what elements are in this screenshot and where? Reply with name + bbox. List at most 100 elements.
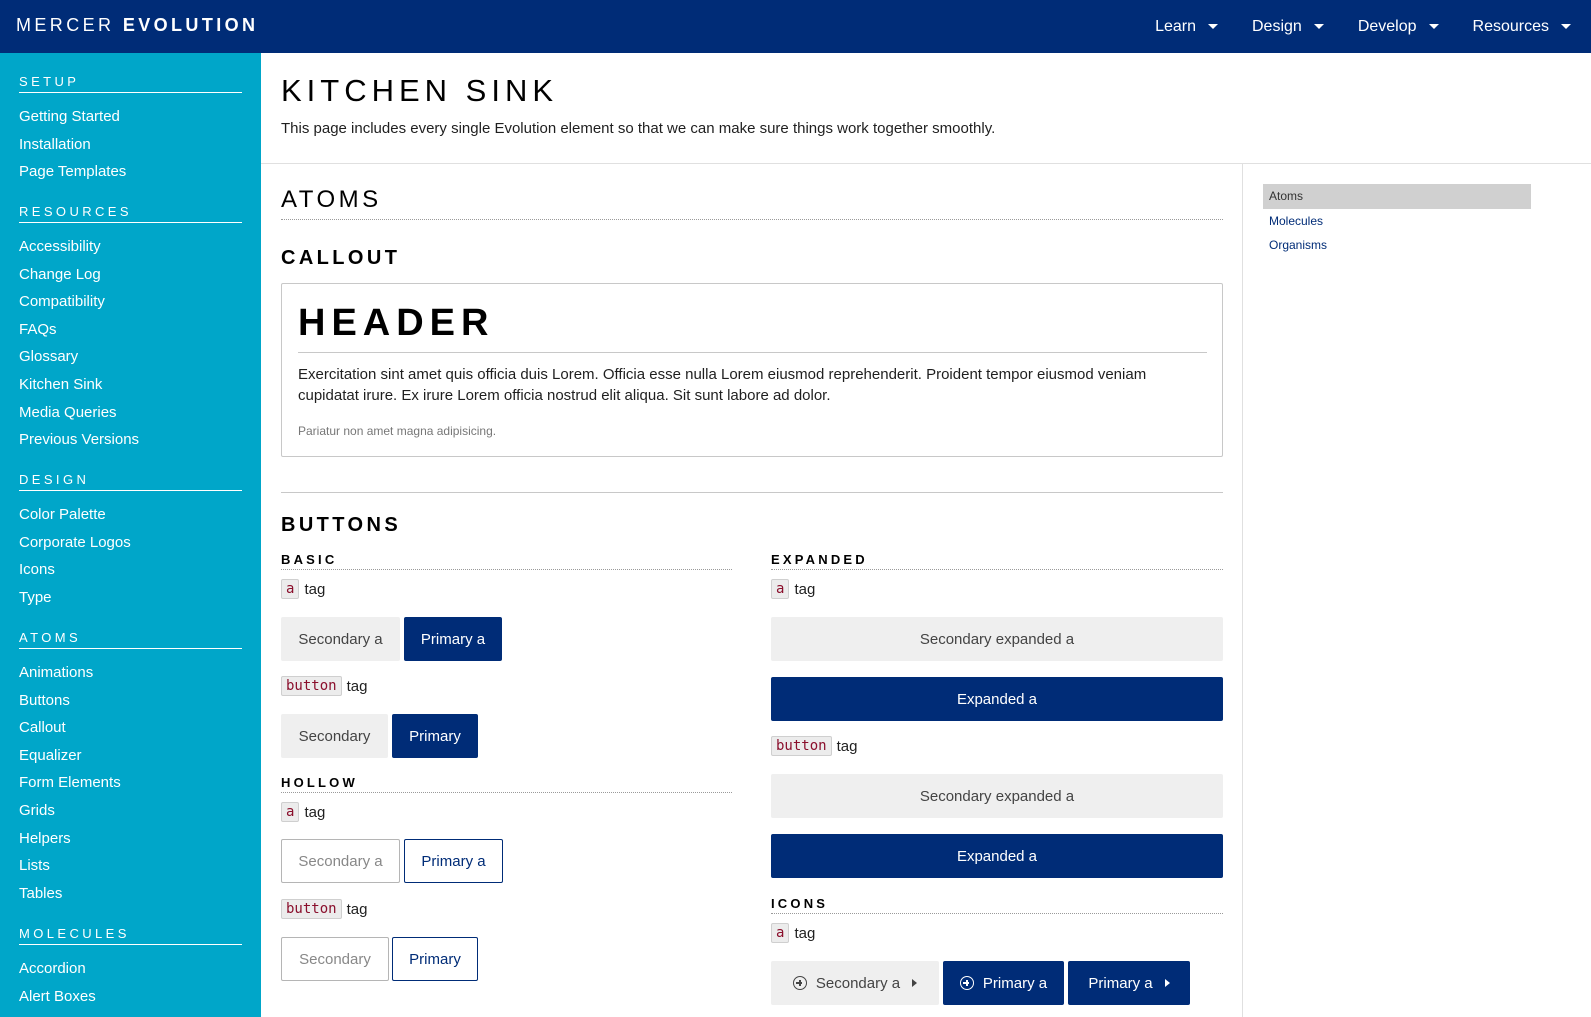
- caret-right-icon: [1164, 979, 1170, 987]
- sidebar-item-alert-boxes[interactable]: Alert Boxes: [19, 983, 242, 1011]
- tag-label-button: button tag: [281, 899, 367, 919]
- tag-word: tag: [346, 900, 368, 918]
- plus-circle-icon: [792, 976, 807, 990]
- sidebar-heading: ATOMS: [19, 630, 242, 649]
- sidebar-item-type[interactable]: Type: [19, 584, 242, 612]
- callout-footnote: Pariatur non amet magna adipisicing.: [298, 424, 497, 438]
- secondary-expanded-button[interactable]: Secondary expanded a: [771, 774, 1223, 818]
- secondary-a-button[interactable]: Secondary a: [281, 617, 400, 661]
- secondary-expanded-a-button[interactable]: Secondary expanded a: [771, 617, 1223, 661]
- tag-label-button: button tag: [771, 736, 857, 756]
- code-snippet: button: [281, 676, 342, 696]
- sidebar-item-getting-started[interactable]: Getting Started: [19, 103, 242, 131]
- sidebar-item-animations[interactable]: Animations: [19, 659, 242, 687]
- brand-bold: EVOLUTION: [122, 15, 259, 35]
- chevron-down-icon: [1313, 24, 1324, 29]
- nav-develop[interactable]: Develop: [1358, 18, 1439, 36]
- group-divider: [281, 569, 732, 570]
- code-snippet: a: [281, 579, 300, 599]
- toc-item-organisms[interactable]: Organisms: [1263, 233, 1531, 258]
- expanded-button[interactable]: Expanded a: [771, 834, 1223, 878]
- plus-circle-icon: [959, 976, 974, 990]
- icon-primary-a-right-button[interactable]: Primary a: [1068, 961, 1190, 1005]
- sidebar-item-corporate-logos[interactable]: Corporate Logos: [19, 529, 242, 557]
- sidebar-item-tables[interactable]: Tables: [19, 880, 242, 908]
- nav-resources[interactable]: Resources: [1473, 18, 1571, 36]
- icon-secondary-a-button[interactable]: Secondary a: [771, 961, 939, 1005]
- sidebar-section-resources: RESOURCES Accessibility Change Log Compa…: [19, 204, 242, 454]
- group-title-hollow: HOLLOW: [281, 775, 358, 790]
- hollow-primary-button[interactable]: Primary: [392, 937, 478, 981]
- sidebar-section-setup: SETUP Getting Started Installation Page …: [19, 74, 242, 186]
- toc-item-atoms[interactable]: Atoms: [1263, 184, 1531, 209]
- hollow-secondary-a-button[interactable]: Secondary a: [281, 839, 400, 883]
- sidebar-section-molecules: MOLECULES Accordion Alert Boxes: [19, 926, 242, 1010]
- icon-primary-a-button[interactable]: Primary a: [943, 961, 1064, 1005]
- nav-learn[interactable]: Learn: [1155, 18, 1218, 36]
- tag-word: tag: [836, 737, 858, 755]
- nav-develop-label: Develop: [1357, 17, 1417, 35]
- sidebar-item-accessibility[interactable]: Accessibility: [19, 233, 242, 261]
- group-title-basic: BASIC: [281, 552, 338, 567]
- primary-button[interactable]: Primary: [392, 714, 478, 758]
- hollow-primary-a-button[interactable]: Primary a: [404, 839, 503, 883]
- sidebar-heading: SETUP: [19, 74, 242, 93]
- sidebar-item-grids[interactable]: Grids: [19, 797, 242, 825]
- nav-design-label: Design: [1252, 17, 1302, 35]
- sidebar-item-kitchen-sink[interactable]: Kitchen Sink: [19, 371, 242, 399]
- tag-word: tag: [304, 580, 326, 598]
- sidebar-item-page-templates[interactable]: Page Templates: [19, 158, 242, 186]
- group-divider: [771, 913, 1223, 914]
- sidebar-item-helpers[interactable]: Helpers: [19, 825, 242, 853]
- primary-a-button[interactable]: Primary a: [404, 617, 502, 661]
- sidebar-item-equalizer[interactable]: Equalizer: [19, 742, 242, 770]
- toc-item-molecules[interactable]: Molecules: [1263, 209, 1531, 234]
- secondary-button[interactable]: Secondary: [281, 714, 388, 758]
- button-label: Primary a: [982, 974, 1048, 992]
- code-snippet: a: [281, 802, 300, 822]
- chevron-down-icon: [1561, 24, 1571, 29]
- tag-label-a: a tag: [281, 802, 325, 822]
- sidebar-item-color-palette[interactable]: Color Palette: [19, 501, 242, 529]
- sidebar-item-icons[interactable]: Icons: [19, 556, 242, 584]
- toc-divider: [1242, 164, 1243, 1017]
- tag-label-a: a tag: [771, 579, 815, 599]
- subsection-title-buttons: BUTTONS: [281, 514, 402, 536]
- brand-logo[interactable]: MERCER EVOLUTION: [16, 15, 258, 36]
- button-label: Secondary a: [815, 974, 901, 992]
- page-title: KITCHEN SINK: [281, 73, 559, 108]
- sidebar-item-compatibility[interactable]: Compatibility: [19, 288, 242, 316]
- section-divider: [281, 219, 1223, 220]
- code-snippet: button: [281, 899, 342, 919]
- sidebar-item-faqs[interactable]: FAQs: [19, 316, 242, 344]
- callout-box: HEADER Exercitation sint amet quis offic…: [281, 283, 1223, 457]
- sidebar-item-buttons[interactable]: Buttons: [19, 687, 242, 715]
- expanded-a-button[interactable]: Expanded a: [771, 677, 1223, 721]
- sidebar-item-change-log[interactable]: Change Log: [19, 261, 242, 289]
- sidebar-item-accordion[interactable]: Accordion: [19, 955, 242, 983]
- sidebar-section-design: DESIGN Color Palette Corporate Logos Ico…: [19, 472, 242, 611]
- sidebar-item-previous-versions[interactable]: Previous Versions: [19, 426, 242, 454]
- tag-label-a: a tag: [771, 923, 815, 943]
- callout-divider: [298, 352, 1207, 353]
- sidebar-item-form-elements[interactable]: Form Elements: [19, 769, 242, 797]
- sidebar-item-lists[interactable]: Lists: [19, 852, 242, 880]
- tag-word: tag: [794, 580, 816, 598]
- sidebar-item-media-queries[interactable]: Media Queries: [19, 399, 242, 427]
- group-title-icons: ICONS: [771, 896, 829, 911]
- code-snippet: a: [771, 579, 790, 599]
- callout-header: HEADER: [298, 302, 495, 344]
- sidebar-heading: MOLECULES: [19, 926, 242, 945]
- chevron-down-icon: [1428, 24, 1439, 29]
- top-nav-menu: Learn Design Develop Resources: [1121, 0, 1571, 53]
- group-divider: [771, 569, 1223, 570]
- tag-word: tag: [304, 803, 326, 821]
- main-content: KITCHEN SINK This page includes every si…: [261, 53, 1591, 1017]
- page-description: This page includes every single Evolutio…: [281, 120, 996, 137]
- nav-design[interactable]: Design: [1252, 18, 1324, 36]
- sidebar-item-installation[interactable]: Installation: [19, 131, 242, 159]
- group-divider: [281, 792, 732, 793]
- sidebar-item-glossary[interactable]: Glossary: [19, 343, 242, 371]
- sidebar-item-callout[interactable]: Callout: [19, 714, 242, 742]
- hollow-secondary-button[interactable]: Secondary: [281, 937, 389, 981]
